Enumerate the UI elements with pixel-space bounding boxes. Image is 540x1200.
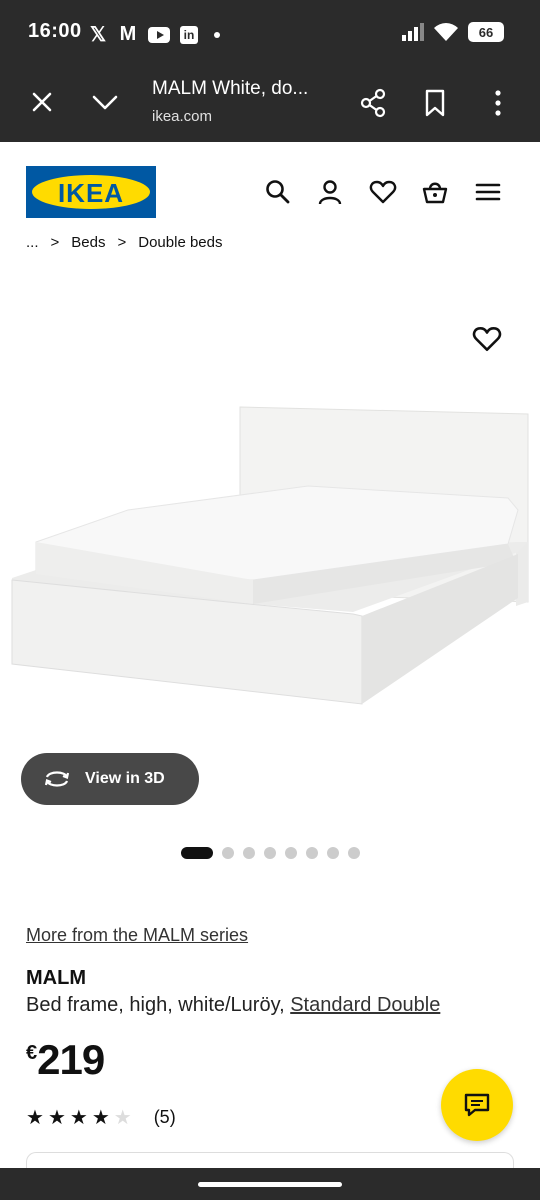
wifi-icon [434, 23, 458, 41]
add-to-wishlist-icon[interactable] [472, 324, 502, 354]
search-icon[interactable] [264, 178, 292, 206]
breadcrumb-beds[interactable]: Beds [71, 234, 105, 250]
pagination-dot-active[interactable] [181, 847, 213, 859]
profile-icon[interactable] [316, 178, 344, 206]
price-amount: 219 [37, 1036, 105, 1083]
chat-icon [464, 1093, 490, 1117]
pagination-dot[interactable] [306, 847, 318, 859]
star-filled-icon: ★ [47, 1107, 66, 1129]
pagination-dot[interactable] [243, 847, 255, 859]
pagination-dot[interactable] [222, 847, 234, 859]
pagination-dot[interactable] [348, 847, 360, 859]
breadcrumb-separator: > [50, 234, 60, 250]
size-link[interactable]: Standard Double [290, 994, 440, 1016]
pagination-dot[interactable] [285, 847, 297, 859]
product-description: Bed frame, high, white/Luröy, Standard D… [26, 994, 440, 1017]
star-empty-icon: ★ [113, 1107, 132, 1129]
product-rating[interactable]: ★ ★ ★ ★ ★ (5) [26, 1105, 176, 1130]
pagination-dot[interactable] [264, 847, 276, 859]
view-in-3d-label: View in 3D [85, 770, 165, 787]
x-icon: 𝕏 [89, 24, 107, 46]
pagination-dot[interactable] [327, 847, 339, 859]
bookmark-icon[interactable] [422, 88, 448, 118]
chevron-down-icon[interactable] [90, 88, 120, 116]
basket-icon[interactable] [421, 178, 449, 206]
linkedin-icon: in [180, 25, 198, 44]
home-gesture-handle[interactable] [198, 1182, 342, 1187]
series-link[interactable]: More from the MALM series [26, 925, 248, 946]
more-options-icon[interactable] [488, 88, 508, 118]
battery-indicator: 66 [468, 22, 504, 42]
breadcrumb-ellipsis[interactable]: ... [26, 234, 39, 250]
notification-icons: 𝕏 M in [88, 22, 220, 47]
status-bar: 16:00 𝕏 M in 66 [0, 0, 540, 64]
product-description-text: Bed frame, high, white/Luröy, [26, 994, 291, 1016]
gallery-pagination [181, 847, 360, 859]
wishlist-icon[interactable] [369, 178, 397, 206]
status-time: 16:00 [28, 20, 82, 42]
site-header: IKEA [0, 142, 540, 242]
menu-icon[interactable] [474, 178, 502, 206]
breadcrumb: ... > Beds > Double beds [26, 232, 222, 250]
review-count[interactable]: (5) [154, 1107, 176, 1128]
star-filled-icon: ★ [26, 1107, 44, 1129]
system-icons: 66 [402, 22, 504, 42]
star-filled-icon: ★ [91, 1107, 110, 1129]
signal-icon [402, 23, 424, 41]
chat-button[interactable] [441, 1069, 513, 1141]
close-icon[interactable] [28, 88, 56, 116]
price-currency: € [26, 1042, 38, 1064]
browser-page-title[interactable]: MALM White, do... [152, 78, 308, 100]
logo-text: IKEA [57, 178, 125, 208]
dot-icon [214, 31, 220, 38]
browser-url[interactable]: ikea.com [152, 108, 212, 125]
product-price: € 219 [26, 1036, 105, 1084]
star-filled-icon: ★ [69, 1107, 88, 1129]
product-name: MALM [26, 967, 86, 989]
youtube-icon [148, 26, 170, 43]
view-in-3d-button[interactable]: View in 3D [21, 753, 199, 805]
breadcrumb-separator: > [117, 234, 127, 250]
breadcrumb-double-beds[interactable]: Double beds [138, 234, 222, 250]
rotate-3d-icon [44, 771, 70, 787]
m-icon: M [119, 23, 137, 45]
share-icon[interactable] [358, 88, 388, 118]
bed-image [11, 406, 529, 705]
browser-toolbar: MALM White, do... ikea.com [0, 64, 540, 142]
system-nav-bar [0, 1168, 540, 1200]
ikea-logo[interactable]: IKEA [26, 166, 156, 218]
